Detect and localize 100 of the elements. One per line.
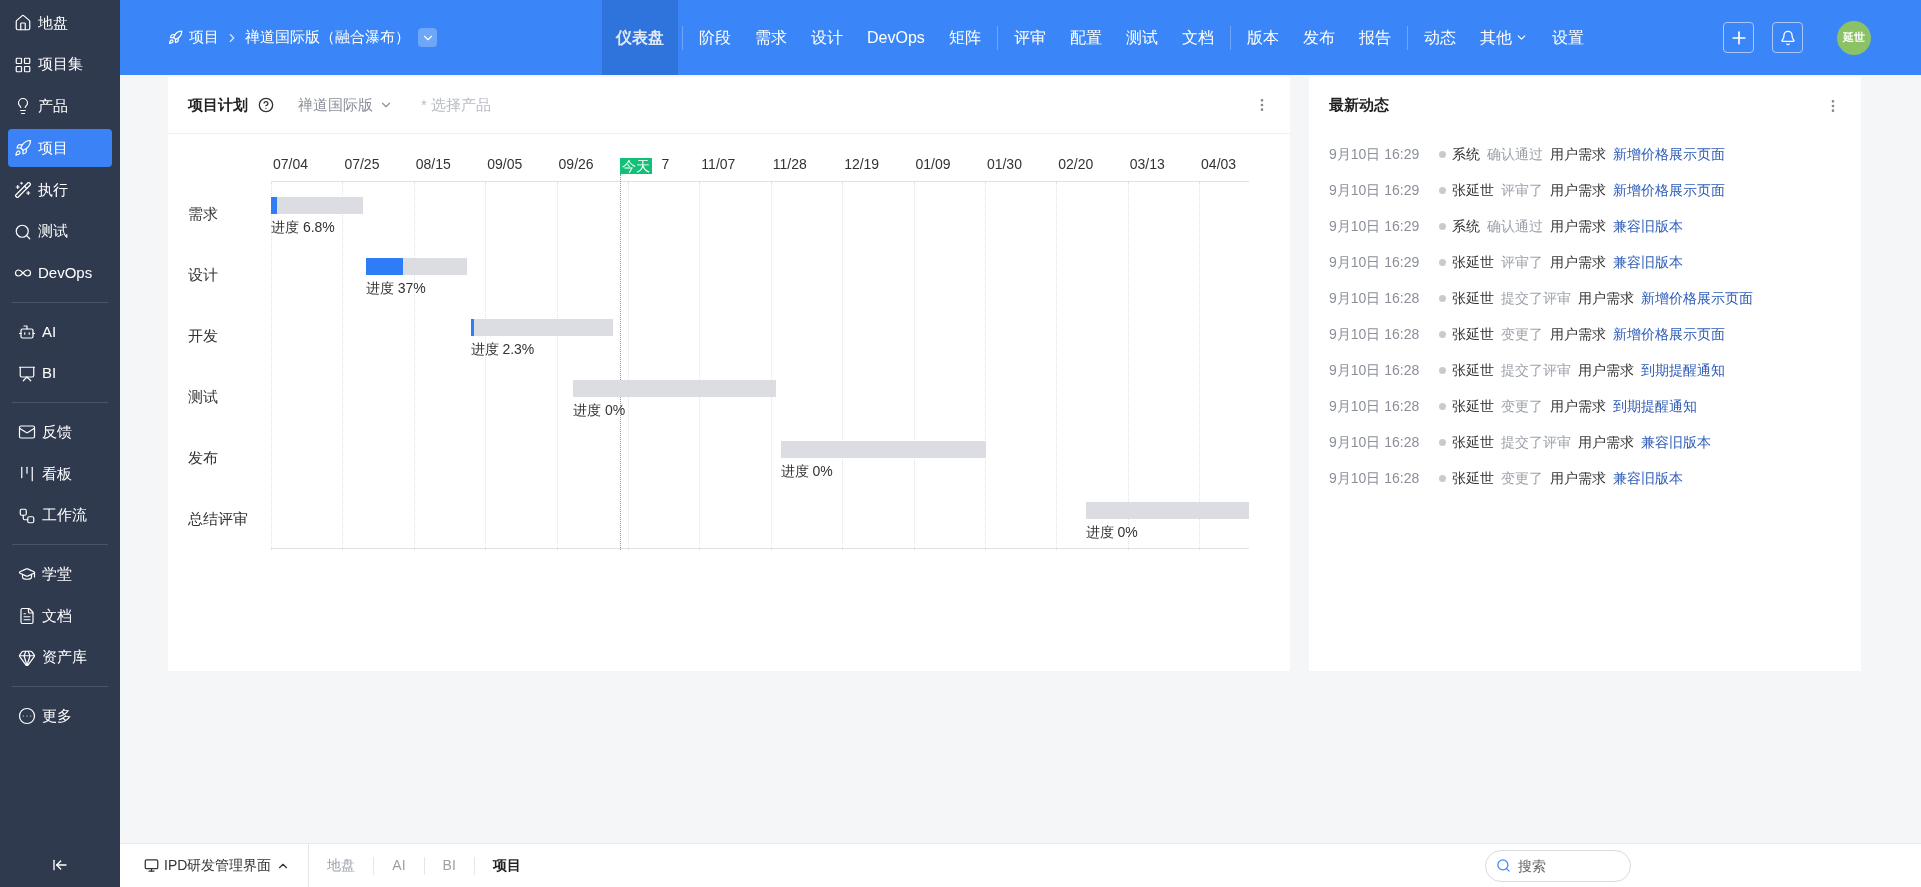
activity-link[interactable]: 兼容旧版本 — [1641, 431, 1711, 453]
gantt-bar[interactable] — [470, 319, 614, 336]
phase-label: 测试 — [188, 388, 218, 405]
gantt-bar[interactable] — [271, 197, 363, 214]
date-tick-label: 7 — [661, 155, 670, 174]
activity-link[interactable]: 新增价格展示页面 — [1641, 287, 1753, 309]
project-dropdown-button[interactable] — [418, 28, 437, 47]
activity-action: 评审了 — [1501, 252, 1543, 272]
nav-tab[interactable]: 测试 — [1113, 0, 1170, 75]
help-icon[interactable] — [258, 97, 274, 113]
sidebar-item[interactable]: 测试 — [8, 212, 112, 251]
search-field[interactable]: 搜索 — [1485, 849, 1631, 882]
sidebar-item[interactable]: 项目 — [8, 129, 112, 167]
progress-label: 进度 2.3% — [470, 340, 535, 359]
rocket-icon — [14, 139, 32, 157]
progress-label: 进度 0% — [573, 401, 626, 420]
date-tick-label: 04/03 — [1201, 155, 1237, 174]
grid-icon — [14, 55, 32, 74]
date-tick-label: 11/28 — [772, 155, 807, 174]
nav-tab[interactable]: 动态 — [1411, 0, 1468, 75]
activity-time: 9月10日 16:28 — [1329, 468, 1421, 488]
collapse-icon[interactable] — [52, 857, 68, 873]
sidebar-item[interactable]: DevOps — [8, 254, 112, 293]
rocket-icon — [168, 30, 183, 45]
activity-link[interactable]: 新增价格展示页面 — [1613, 323, 1725, 345]
more-icon — [18, 707, 36, 725]
sidebar-item[interactable]: 产品 — [8, 87, 112, 126]
activity-action: 提交了评审 — [1501, 432, 1571, 452]
product-dropdown[interactable]: 禅道国际版 — [298, 93, 393, 117]
nav-tab[interactable]: 评审 — [1001, 0, 1058, 75]
today-marker: 今天 — [620, 158, 653, 174]
activity-type: 用户需求 — [1550, 216, 1606, 236]
nav-tab[interactable]: 版本 — [1234, 0, 1291, 75]
activity-link[interactable]: 兼容旧版本 — [1613, 251, 1683, 273]
activity-action: 确认通过 — [1487, 216, 1543, 236]
activity-type: 用户需求 — [1550, 252, 1606, 272]
activity-actor: 张延世 — [1452, 396, 1494, 416]
progress-label: 进度 0% — [1085, 523, 1138, 542]
activity-type: 用户需求 — [1550, 324, 1606, 344]
app-switcher[interactable]: IPD研发管理界面 — [120, 844, 310, 887]
activity-actor: 张延世 — [1452, 468, 1494, 488]
activity-time: 9月10日 16:29 — [1329, 180, 1421, 200]
sidebar-item[interactable]: 反馈 — [12, 413, 108, 451]
nav-tab[interactable]: 设计 — [799, 0, 855, 75]
sidebar-item[interactable]: 地盘 — [8, 3, 112, 42]
progress-label: 进度 37% — [365, 279, 426, 298]
nav-tab[interactable]: 文档 — [1169, 0, 1226, 75]
sidebar-item[interactable]: 文档 — [12, 596, 108, 635]
nav-tab[interactable]: 需求 — [743, 0, 799, 75]
nav-tab[interactable]: 阶段 — [687, 0, 743, 75]
sidebar-item[interactable]: AI — [12, 312, 108, 351]
activity-time: 9月10日 16:28 — [1329, 396, 1421, 416]
bell-icon — [1779, 29, 1796, 46]
activity-type: 用户需求 — [1550, 468, 1606, 488]
sidebar-item[interactable]: 学堂 — [12, 555, 108, 593]
sidebar-item[interactable]: 更多 — [12, 697, 108, 735]
gantt-bar[interactable] — [365, 258, 467, 275]
phase-label: 设计 — [188, 266, 218, 283]
nav-tab[interactable]: 报告 — [1346, 0, 1403, 75]
sidebar-item[interactable]: 资产库 — [12, 638, 108, 677]
nav-tab[interactable]: DevOps — [855, 0, 937, 75]
activity-link[interactable]: 兼容旧版本 — [1613, 215, 1683, 237]
sidebar-item[interactable]: 看板 — [12, 454, 108, 493]
app-tab[interactable]: 项目 — [474, 855, 539, 876]
breadcrumb-link[interactable]: 项目 — [189, 26, 219, 49]
workflow-icon — [18, 506, 36, 525]
activity-time: 9月10日 16:29 — [1329, 216, 1421, 236]
activity-actor: 张延世 — [1452, 252, 1494, 272]
activity-link[interactable]: 兼容旧版本 — [1613, 467, 1683, 489]
mail-icon — [18, 423, 36, 441]
sidebar-item[interactable]: 执行 — [8, 170, 112, 209]
breadcrumb-project[interactable]: 禅道国际版（融合瀑布） — [245, 26, 410, 49]
nav-tab[interactable]: 仪表盘 — [602, 0, 678, 75]
nav-tab[interactable]: 矩阵 — [936, 0, 993, 75]
notifications-button[interactable] — [1772, 22, 1803, 53]
add-button[interactable] — [1723, 22, 1754, 53]
sidebar-item[interactable]: 工作流 — [12, 496, 108, 535]
nav-tab[interactable]: 配置 — [1057, 0, 1114, 75]
sidebar-item[interactable]: 项目集 — [8, 45, 112, 84]
activity-actor: 张延世 — [1452, 324, 1494, 344]
document-icon — [18, 606, 36, 625]
activity-link[interactable]: 新增价格展示页面 — [1613, 179, 1725, 201]
wand-icon — [14, 180, 32, 199]
date-tick-label: 01/30 — [986, 155, 1022, 174]
activity-actor: 系统 — [1452, 216, 1480, 236]
date-tick-label: 02/20 — [1058, 155, 1094, 174]
activity-action: 变更了 — [1501, 468, 1543, 488]
nav-tab[interactable]: 发布 — [1290, 0, 1347, 75]
date-tick-label: 12/19 — [844, 155, 880, 174]
activity-actor: 张延世 — [1452, 288, 1494, 308]
nav-tab[interactable]: 其他 — [1467, 0, 1540, 75]
activity-link[interactable]: 到期提醒通知 — [1641, 359, 1725, 381]
sidebar-item[interactable]: BI — [12, 354, 108, 393]
activity-link[interactable]: 新增价格展示页面 — [1613, 143, 1725, 165]
activity-action: 提交了评审 — [1501, 360, 1571, 380]
activity-type: 用户需求 — [1550, 396, 1606, 416]
progress-label: 进度 0% — [780, 462, 833, 481]
activity-link[interactable]: 到期提醒通知 — [1613, 395, 1697, 417]
nav-tab[interactable]: 设置 — [1539, 0, 1596, 75]
date-tick-label: 01/09 — [915, 155, 951, 174]
